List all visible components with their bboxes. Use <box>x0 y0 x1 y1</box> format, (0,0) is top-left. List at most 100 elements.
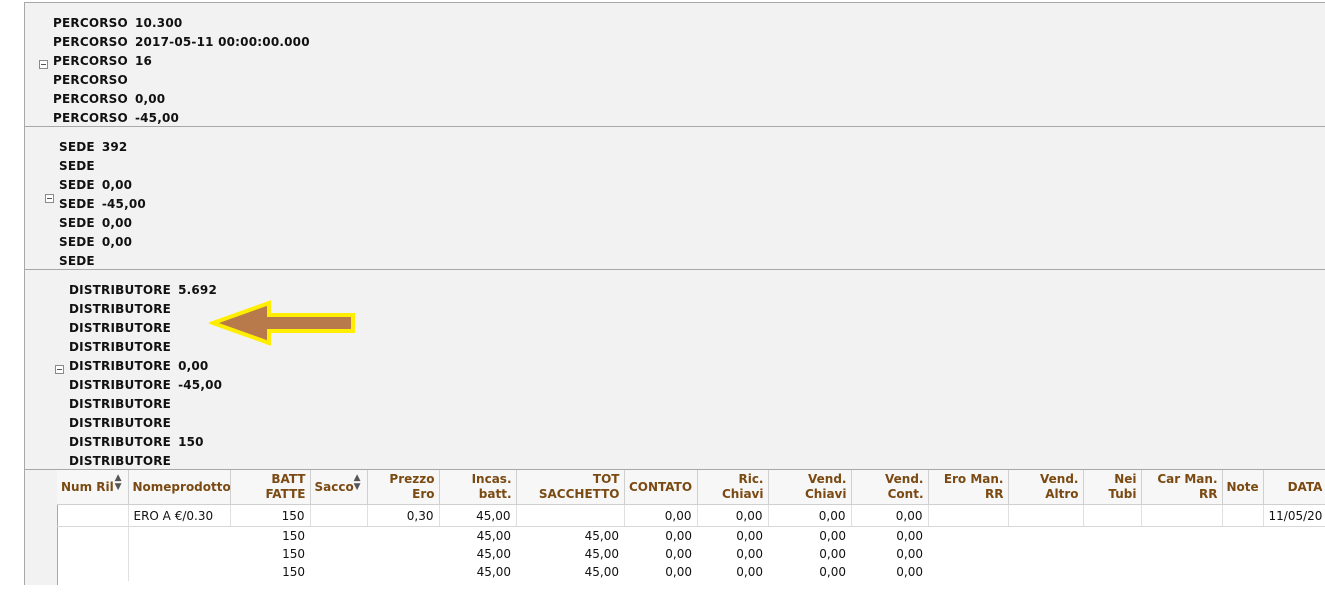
table-cell <box>310 504 368 527</box>
table-cell <box>928 545 1008 563</box>
column-header[interactable]: Nomeprodotto <box>128 470 231 505</box>
table-row[interactable]: 150 45,00 45,00 0,00 0,00 0,00 0,00 <box>57 526 1325 546</box>
column-header[interactable]: Ero Man. RR <box>928 470 1009 505</box>
group-distributore: DISTRIBUTORE 5.692 DISTRIBUTORE DISTRIBUTOR… <box>25 270 1325 470</box>
table-cell: 150 <box>230 504 311 527</box>
table-cell <box>1263 563 1325 581</box>
group-line-label: SEDE <box>59 178 95 192</box>
table-cell: 0,00 <box>736 529 763 543</box>
table-cell <box>1008 527 1083 546</box>
column-header[interactable]: Sacco ▲ ▼ <box>310 470 368 505</box>
column-header[interactable]: DATA <box>1263 470 1325 505</box>
group-line: SEDE 0,00 <box>59 214 146 233</box>
table-cell <box>928 527 1008 546</box>
table-cell: 0,00 <box>665 565 692 579</box>
group-header-lines: DISTRIBUTORE 5.692 DISTRIBUTORE DISTRIBUTOR… <box>69 281 222 471</box>
table-cell: 0,00 <box>665 547 692 561</box>
table-row[interactable]: ERO A €/0.30 150 0,30 45,00 0,00 0,00 0,00 0,00… <box>57 504 1325 527</box>
group-percorso: PERCORSO 10.300 PERCORSO 2017-05-11 00:00:0… <box>25 3 1325 127</box>
table-cell <box>57 563 129 581</box>
column-header[interactable]: Note <box>1222 470 1264 505</box>
group-line-label: DISTRIBUTORE <box>69 416 172 430</box>
group-line: SEDE 392 <box>59 138 146 157</box>
column-header-label: Car Man. RR <box>1157 472 1218 501</box>
annotation-arrow-icon <box>209 300 355 346</box>
collapse-toggle-icon[interactable] <box>55 365 64 374</box>
group-line: PERCORSO -45,00 <box>53 109 310 128</box>
table-cell <box>1141 527 1222 546</box>
group-line-value: -45,00 <box>178 378 223 392</box>
table-row[interactable]: 150 45,00 45,00 0,00 0,00 0,00 0,00 <box>57 545 1325 563</box>
column-header[interactable]: Car Man. RR <box>1141 470 1223 505</box>
table-cell <box>57 526 129 545</box>
column-header-label: CONTATO <box>628 479 693 494</box>
group-line: PERCORSO <box>53 71 310 90</box>
table-cell: 11/05/20 <box>1263 504 1325 527</box>
column-header[interactable]: Vend. Chiavi <box>768 470 852 505</box>
sort-icon[interactable]: ▲ ▼ <box>354 474 361 492</box>
group-line-value: 0,00 <box>101 216 133 230</box>
table-cell <box>367 527 439 546</box>
table-cell <box>1222 563 1263 581</box>
table-cell: 45,00 <box>476 565 511 579</box>
group-line-value: 16 <box>134 54 153 68</box>
table-cell: 0,00 <box>819 529 846 543</box>
column-header[interactable]: Vend. Cont. <box>851 470 929 505</box>
group-line-value: 0,00 <box>101 178 133 192</box>
group-line-label: DISTRIBUTORE <box>69 340 172 354</box>
table-cell: 45,00 <box>584 547 619 561</box>
group-line: DISTRIBUTORE 150 <box>69 433 222 452</box>
group-line-label: SEDE <box>59 235 95 249</box>
group-line-label: PERCORSO <box>53 16 128 30</box>
group-line-label: PERCORSO <box>53 35 128 49</box>
collapse-toggle-icon[interactable] <box>45 194 54 203</box>
table-cell <box>1083 504 1142 527</box>
table-row[interactable]: 150 45,00 45,00 0,00 0,00 0,00 0,00 <box>57 563 1325 581</box>
table-cell: 45,00 <box>439 504 517 527</box>
group-line-label: DISTRIBUTORE <box>69 321 172 335</box>
group-line-label: DISTRIBUTORE <box>69 397 172 411</box>
column-header[interactable]: Num Ril ▲ ▼ <box>57 470 129 505</box>
table-cell <box>128 545 230 563</box>
table-cell <box>1083 527 1141 546</box>
group-line: SEDE 0,00 <box>59 176 146 195</box>
table-cell <box>128 563 230 581</box>
column-header[interactable]: CONTATO <box>624 470 698 505</box>
group-line-value: 392 <box>101 140 128 154</box>
table-header-row: Num Ril ▲ ▼ Nomeprodotto BATT FATTE Sacco ▲ ▼ Pr… <box>57 470 1325 505</box>
column-header[interactable]: Prezzo Ero <box>367 470 440 505</box>
grid-gutter <box>25 470 58 585</box>
table-cell: ERO A €/0.30 <box>128 504 231 527</box>
column-header[interactable]: Vend. Altro <box>1008 470 1084 505</box>
group-line: PERCORSO 2017-05-11 00:00:00.000 <box>53 33 310 52</box>
group-header-lines: SEDE 392 SEDE SEDE 0,00 SEDE -45,00 SEDE 0,00 SED… <box>59 138 146 271</box>
table-cell <box>1222 504 1264 527</box>
table-cell <box>1008 563 1083 581</box>
column-header-label: Nomeprodotto <box>132 479 230 494</box>
sort-icon[interactable]: ▲ ▼ <box>115 474 122 492</box>
column-header[interactable]: Incas. batt. <box>439 470 517 505</box>
column-header[interactable]: Nei Tubi <box>1083 470 1142 505</box>
group-line-label: DISTRIBUTORE <box>69 435 172 449</box>
group-line: PERCORSO 16 <box>53 52 310 71</box>
column-header[interactable]: BATT FATTE <box>230 470 311 505</box>
group-line-value: 0,00 <box>101 235 133 249</box>
column-header[interactable]: TOT SACCHETTO <box>516 470 625 505</box>
column-header-label: Sacco <box>314 479 354 494</box>
group-line-label: SEDE <box>59 140 95 154</box>
group-line-value: 5.692 <box>178 283 218 297</box>
table-cell <box>1008 504 1084 527</box>
table-cell <box>1141 545 1222 563</box>
group-line-value: -45,00 <box>101 197 146 211</box>
group-line: DISTRIBUTORE 5.692 <box>69 281 222 300</box>
column-header[interactable]: Ric. Chiavi <box>697 470 769 505</box>
group-line: PERCORSO 0,00 <box>53 90 310 109</box>
table-cell: 45,00 <box>476 529 511 543</box>
group-line: DISTRIBUTORE <box>69 300 222 319</box>
table-cell <box>367 545 439 563</box>
group-line-label: PERCORSO <box>53 54 128 68</box>
group-sede: SEDE 392 SEDE SEDE 0,00 SEDE -45,00 SEDE 0,00 SED… <box>25 127 1325 270</box>
collapse-toggle-icon[interactable] <box>39 60 48 69</box>
table-cell <box>928 504 1009 527</box>
table-cell: 0,00 <box>768 504 852 527</box>
